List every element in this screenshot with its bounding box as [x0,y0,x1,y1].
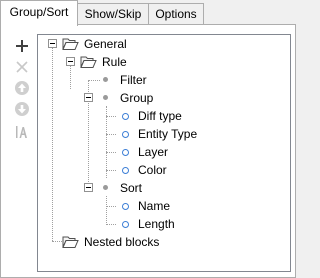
tree-node-label: Color [138,163,167,177]
tree-node-general[interactable]: General [38,35,278,53]
tree-node-label: Name [138,199,171,213]
open-folder-icon [62,236,79,248]
tree-node-label: Layer [138,145,169,159]
tab-group-sort-label: Group/Sort [9,5,69,19]
tree-node-label: Group [120,91,154,105]
tree-node-filter[interactable]: Filter [38,71,278,89]
tree-node-entity-type[interactable]: Entity Type [38,125,278,143]
group-sort-panel: General Rule Filter Group Diff type Enti… [0,24,296,278]
move-down-button[interactable] [11,98,33,120]
bullet-icon [103,77,108,82]
collapse-toggle[interactable] [84,183,93,192]
tree-node-nested-blocks[interactable]: Nested blocks [38,233,278,251]
rules-tree[interactable]: General Rule Filter Group Diff type Enti… [37,34,291,272]
bullet-icon [103,185,108,190]
tree-node-label: Diff type [138,109,182,123]
tab-options-label: Options [155,7,197,21]
circle-icon [122,221,129,228]
tab-strip: Group/Sort Show/Skip Options [0,0,296,26]
remove-button[interactable] [11,56,33,78]
open-folder-icon [62,38,79,50]
circle-icon [122,131,129,138]
tree-node-layer[interactable]: Layer [38,143,278,161]
tree-node-rule[interactable]: Rule [38,53,278,71]
circle-icon [122,167,129,174]
open-folder-icon [80,56,97,68]
plus-icon [16,40,28,52]
tree-node-label: Length [138,217,175,231]
text-rename-icon [16,126,27,138]
tree-node-name[interactable]: Name [38,197,278,215]
collapse-toggle[interactable] [66,57,75,66]
tab-show-skip-label: Show/Skip [84,7,142,21]
tree-node-color[interactable]: Color [38,161,278,179]
circle-icon [122,149,129,156]
tab-group-sort[interactable]: Group/Sort [0,0,78,26]
tree-node-length[interactable]: Length [38,215,278,233]
arrow-up-circle-icon [15,81,29,95]
tree-node-group[interactable]: Group [38,89,278,107]
move-up-button[interactable] [11,77,33,99]
tree-node-label: Nested blocks [84,235,160,249]
bullet-icon [103,95,108,100]
x-icon [16,61,28,73]
circle-icon [122,203,129,210]
circle-icon [122,113,129,120]
collapse-toggle[interactable] [84,93,93,102]
tree-node-label: General [84,37,127,51]
tree-node-sort[interactable]: Sort [38,179,278,197]
tree-node-label: Rule [102,55,127,69]
tree-node-label: Sort [120,181,143,195]
arrow-down-circle-icon [15,102,29,116]
tree-node-label: Filter [120,73,147,87]
add-button[interactable] [11,35,33,57]
rename-button[interactable] [11,121,33,143]
tree-node-diff-type[interactable]: Diff type [38,107,278,125]
tab-show-skip[interactable]: Show/Skip [77,3,149,24]
collapse-toggle[interactable] [48,39,57,48]
tree-node-label: Entity Type [138,127,198,141]
tab-options[interactable]: Options [148,3,204,24]
